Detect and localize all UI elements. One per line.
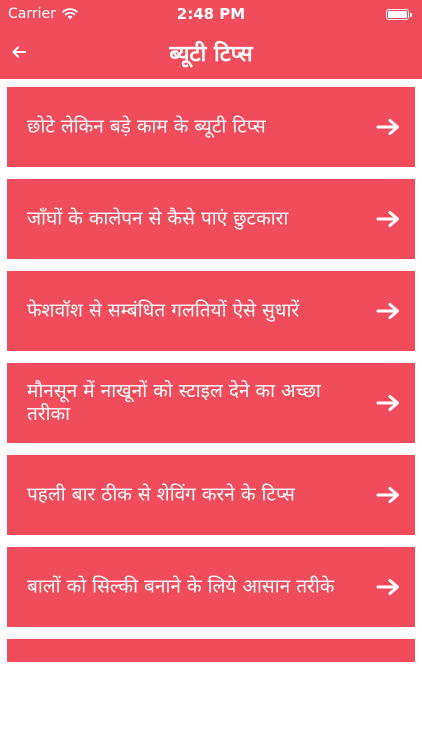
list-item[interactable]: पहली बार ठीक से शेविंग करने के टिप्स xyxy=(7,455,415,535)
list-item-label: मौनसून में नाखूनों को स्टाइल देने का अच्… xyxy=(27,380,321,425)
back-arrow-icon xyxy=(12,46,26,58)
list-item[interactable] xyxy=(7,639,415,662)
list-item-label: जाँघों के कालेपन से कैसे पाएं छुटकारा xyxy=(27,207,289,230)
list-item[interactable]: जाँघों के कालेपन से कैसे पाएं छुटकारा xyxy=(7,179,415,259)
list-item-label: फेशवॉश से सम्बंधित गलतियों ऐसे सुधारें xyxy=(27,299,300,322)
arrow-right-icon xyxy=(376,211,399,227)
arrow-right-icon xyxy=(376,119,399,135)
empty-footer xyxy=(0,662,422,750)
list-item[interactable]: बालों को सिल्की बनाने के लिये आसान तरीके xyxy=(7,547,415,627)
list-item[interactable]: मौनसून में नाखूनों को स्टाइल देने का अच्… xyxy=(7,363,415,443)
arrow-right-icon xyxy=(376,579,399,595)
back-button[interactable] xyxy=(4,37,34,67)
page-title: ब्यूटी टिप्स xyxy=(169,42,253,67)
list-item-label: छोटे लेकिन बड़े काम के ब्यूटी टिप्स xyxy=(27,115,266,138)
battery-fill xyxy=(388,11,407,18)
arrow-right-icon xyxy=(376,303,399,319)
list-item[interactable]: छोटे लेकिन बड़े काम के ब्यूटी टिप्स xyxy=(7,87,415,167)
status-bar: Carrier 2:48 PM xyxy=(0,0,422,30)
list-item-label: पहली बार ठीक से शेविंग करने के टिप्स xyxy=(27,483,295,506)
list-item[interactable]: फेशवॉश से सम्बंधित गलतियों ऐसे सुधारें xyxy=(7,271,415,351)
list-item-label: बालों को सिल्की बनाने के लिये आसान तरीके xyxy=(27,575,335,598)
app-header: Carrier 2:48 PM ब्यूटी टिप्स xyxy=(0,0,422,79)
nav-bar: ब्यूटी टिप्स xyxy=(0,30,422,79)
battery-icon xyxy=(386,9,412,20)
status-time: 2:48 PM xyxy=(176,5,246,23)
tips-list: छोटे लेकिन बड़े काम के ब्यूटी टिप्स जाँघ… xyxy=(0,79,422,662)
arrow-right-icon xyxy=(376,395,399,411)
arrow-right-icon xyxy=(376,487,399,503)
